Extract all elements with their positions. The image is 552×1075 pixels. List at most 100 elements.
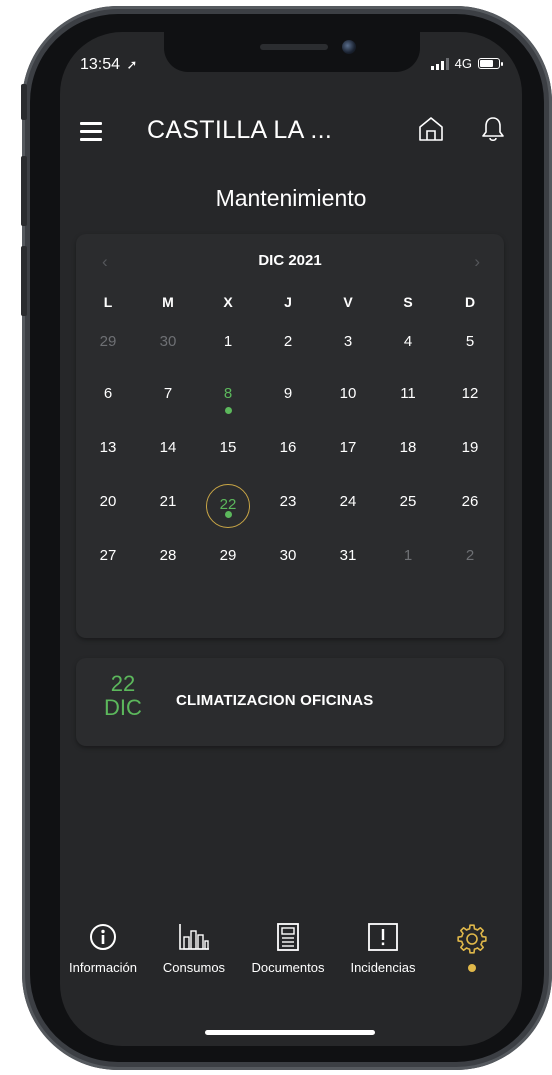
page-title: Mantenimiento <box>215 185 367 211</box>
calendar-day-number: 30 <box>279 547 297 564</box>
calendar-day-number: 1 <box>223 333 233 350</box>
home-icon[interactable] <box>416 114 446 144</box>
calendar-day[interactable]: 31 <box>326 544 370 588</box>
calendar-day-number: 27 <box>99 547 117 564</box>
calendar-day[interactable]: 7 <box>146 382 190 426</box>
calendar-day-selected[interactable]: 22 <box>206 484 250 528</box>
info-icon <box>90 924 116 950</box>
calendar-day[interactable]: 1 <box>206 330 250 374</box>
next-month-button[interactable]: › <box>474 252 480 272</box>
calendar-day-number: 13 <box>99 439 117 456</box>
gear-icon <box>457 924 487 954</box>
calendar-day[interactable]: 23 <box>266 490 310 534</box>
calendar-day-number: 19 <box>461 439 479 456</box>
calendar-day[interactable]: 28 <box>146 544 190 588</box>
calendar-day-number: 18 <box>399 439 417 456</box>
calendar-day[interactable]: 12 <box>448 382 492 426</box>
calendar-card: ‹ DIC 2021 › LMXJVSD 29 30 1 2 3 4 5 6 7 8 9 10 11 12… <box>76 234 504 638</box>
calendar-day-number: 6 <box>103 385 113 402</box>
tab-documentos-label: Documentos <box>251 960 325 975</box>
calendar-day-number: 31 <box>339 547 357 564</box>
app-title: CASTILLA LA ... <box>147 116 333 144</box>
calendar-day[interactable]: 27 <box>86 544 130 588</box>
weekday-label: D <box>464 294 476 310</box>
calendar-day-number: 25 <box>399 493 417 510</box>
network-label: 4G <box>454 56 472 71</box>
volume-down-button <box>21 246 27 316</box>
event-name: CLIMATIZACION OFICINAS <box>176 692 374 709</box>
speaker <box>260 44 328 50</box>
weekday-label: L <box>103 294 113 310</box>
weekday-label: S <box>403 294 413 310</box>
calendar-day-number: 1 <box>403 547 413 564</box>
calendar-day[interactable]: 10 <box>326 382 370 426</box>
tab-incidencias[interactable]: Incidencias <box>338 922 428 975</box>
calendar-day-number: 23 <box>279 493 297 510</box>
calendar-day[interactable]: 26 <box>448 490 492 534</box>
calendar-day-number: 12 <box>461 385 479 402</box>
calendar-day[interactable]: 20 <box>86 490 130 534</box>
tab-consumos[interactable]: Consumos <box>150 922 238 975</box>
calendar-day[interactable]: 24 <box>326 490 370 534</box>
bell-icon[interactable] <box>478 114 508 144</box>
tab-informacion[interactable]: Información <box>60 922 146 975</box>
calendar-day[interactable]: 29 <box>206 544 250 588</box>
calendar-month-label: DIC 2021 <box>258 252 322 269</box>
status-time: 13:54 ➚ <box>80 56 137 74</box>
calendar-day[interactable]: 4 <box>386 330 430 374</box>
calendar-day[interactable]: 2 <box>266 330 310 374</box>
calendar-day-number: 24 <box>339 493 357 510</box>
calendar-day-number: 26 <box>461 493 479 510</box>
calendar-day-number: 4 <box>403 333 413 350</box>
tab-settings[interactable] <box>450 922 494 972</box>
calendar-day-number: 3 <box>343 333 353 350</box>
calendar-day[interactable]: 2 <box>448 544 492 588</box>
location-arrow-icon: ➚ <box>126 57 138 72</box>
event-card[interactable]: 22 DIC CLIMATIZACION OFICINAS <box>76 658 504 746</box>
calendar-day[interactable]: 11 <box>386 382 430 426</box>
calendar-day[interactable]: 15 <box>206 436 250 480</box>
calendar-day[interactable]: 6 <box>86 382 130 426</box>
calendar-weekday-header: LMXJVSD <box>76 294 504 314</box>
home-indicator[interactable] <box>205 1030 375 1035</box>
calendar-day-number: 11 <box>400 385 416 402</box>
event-month: DIC <box>104 695 142 720</box>
silent-switch <box>21 84 27 120</box>
status-indicators: 4G <box>430 56 503 71</box>
calendar-day[interactable]: 16 <box>266 436 310 480</box>
app-screen: 13:54 ➚ 4G CASTILLA LA ... Mantenimiento… <box>60 32 522 1046</box>
camera-icon <box>342 40 356 54</box>
calendar-day-number: 9 <box>283 385 293 402</box>
battery-fill <box>480 60 493 67</box>
calendar-day-number: 2 <box>465 547 475 564</box>
event-dot <box>225 511 232 518</box>
event-date: 22 DIC <box>98 672 148 720</box>
calendar-day[interactable]: 14 <box>146 436 190 480</box>
calendar-day[interactable]: 30 <box>146 330 190 374</box>
bottom-tab-bar: Información Consumos Documentos Incidenc… <box>60 922 522 1002</box>
calendar-day-number: 14 <box>159 439 177 456</box>
calendar-day[interactable]: 8 <box>206 382 250 426</box>
calendar-day[interactable]: 3 <box>326 330 370 374</box>
weekday-label: V <box>343 294 353 310</box>
calendar-day[interactable]: 19 <box>448 436 492 480</box>
calendar-day-number: 29 <box>219 547 237 564</box>
calendar-day[interactable]: 5 <box>448 330 492 374</box>
calendar-day-number: 29 <box>99 333 117 350</box>
tab-consumos-label: Consumos <box>162 960 226 975</box>
calendar-day-number: 28 <box>159 547 177 564</box>
calendar-day[interactable]: 9 <box>266 382 310 426</box>
hamburger-menu-icon[interactable] <box>80 122 102 141</box>
calendar-day[interactable]: 17 <box>326 436 370 480</box>
calendar-day-number: 2 <box>283 333 293 350</box>
calendar-day[interactable]: 1 <box>386 544 430 588</box>
active-tab-indicator <box>468 964 476 972</box>
calendar-day-number: 21 <box>159 493 177 510</box>
calendar-day[interactable]: 30 <box>266 544 310 588</box>
calendar-day[interactable]: 29 <box>86 330 130 374</box>
tab-documentos[interactable]: Documentos <box>242 922 334 975</box>
calendar-day[interactable]: 21 <box>146 490 190 534</box>
calendar-day[interactable]: 25 <box>386 490 430 534</box>
calendar-day[interactable]: 13 <box>86 436 130 480</box>
calendar-day[interactable]: 18 <box>386 436 430 480</box>
